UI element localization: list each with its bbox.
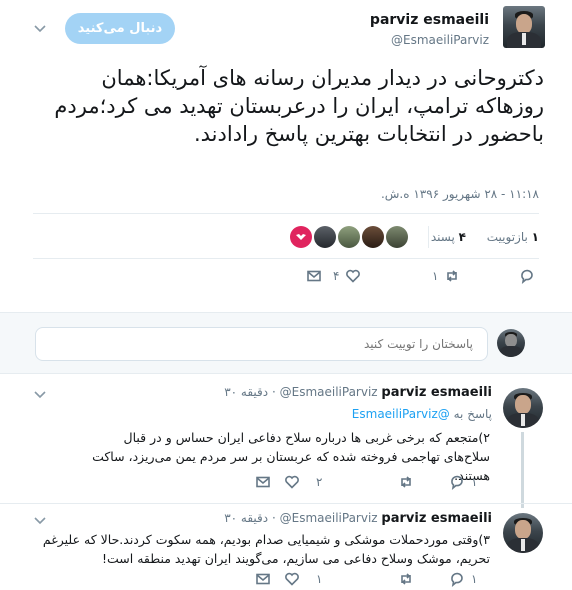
heart-icon xyxy=(285,572,299,586)
thread-connector xyxy=(521,432,524,508)
retweets-count: ۱ xyxy=(531,230,539,244)
author-name[interactable]: parviz esmaeili xyxy=(370,12,489,28)
reply-time[interactable]: ۳۰ دقیقه xyxy=(224,385,268,399)
reply-icon xyxy=(451,475,463,490)
like-button[interactable]: ۲ xyxy=(284,474,322,490)
avatar[interactable] xyxy=(338,226,360,248)
reply-button[interactable] xyxy=(519,268,535,284)
avatar[interactable] xyxy=(503,388,543,428)
like-count: ۱ xyxy=(316,572,323,586)
reply-icon xyxy=(521,269,533,284)
avatar[interactable] xyxy=(503,513,543,553)
reply-to-line: پاسخ به @EsmaeiliParviz xyxy=(352,407,492,421)
follow-button[interactable]: دنبال می‌کنید xyxy=(65,13,175,44)
retweet-count: ۱ xyxy=(432,269,439,283)
reply-button[interactable]: ۱ xyxy=(449,474,477,490)
heart-icon xyxy=(346,269,361,283)
avatar[interactable] xyxy=(503,6,545,48)
avatar[interactable] xyxy=(362,226,384,248)
reply-author-handle[interactable]: @EsmaeiliParviz xyxy=(280,511,378,525)
reply-icon xyxy=(451,572,463,587)
retweet-button[interactable] xyxy=(398,571,414,587)
reply-count: ۱ xyxy=(471,572,478,586)
like-count: ۲ xyxy=(316,475,323,489)
reply-author-name[interactable]: parviz esmaeili xyxy=(381,385,492,400)
likes-label: پسند xyxy=(430,230,455,244)
retweet-icon xyxy=(401,573,411,585)
chevron-down-icon[interactable] xyxy=(33,386,47,400)
reply-header: ۳۰ دقیقه · @EsmaeiliParviz parviz esmaei… xyxy=(224,385,492,400)
chevron-down-icon[interactable] xyxy=(33,512,47,526)
like-count: ۴ xyxy=(333,269,340,283)
avatar[interactable] xyxy=(290,226,312,248)
likes-stat[interactable]: ۴ پسند xyxy=(431,230,466,244)
follow-button-label: دنبال می‌کنید xyxy=(77,21,163,36)
reply-input[interactable] xyxy=(35,327,488,361)
retweet-button[interactable]: ۱ xyxy=(432,268,460,284)
chevron-down-icon[interactable] xyxy=(33,20,47,34)
reply-author-handle[interactable]: @EsmaeiliParviz xyxy=(280,385,378,399)
message-button[interactable] xyxy=(255,571,271,587)
reply-header: ۳۰ دقیقه · @EsmaeiliParviz parviz esmaei… xyxy=(224,511,492,526)
tweet-timestamp[interactable]: ۱۱:۱۸ - ۲۸ شهریور ۱۳۹۶ ه.ش. xyxy=(381,187,539,201)
reply-count: ۱ xyxy=(471,475,478,489)
like-button[interactable]: ۱ xyxy=(284,571,322,587)
reply-author-name[interactable]: parviz esmaeili xyxy=(381,511,492,526)
mail-icon xyxy=(256,573,270,585)
mail-icon xyxy=(307,270,321,282)
reply-button[interactable]: ۱ xyxy=(449,571,477,587)
retweets-stat[interactable]: ۱ بازتوییت xyxy=(487,230,539,244)
avatar[interactable] xyxy=(386,226,408,248)
tweet-text: دکتروحانی در دیدار مدیران رسانه های آمری… xyxy=(54,66,544,146)
reply-time[interactable]: ۳۰ دقیقه xyxy=(224,511,268,525)
heart-icon xyxy=(285,475,299,489)
reply-to-handle[interactable]: @EsmaeiliParviz xyxy=(352,407,450,421)
author-handle[interactable]: @EsmaeiliParviz xyxy=(391,33,489,47)
retweet-icon xyxy=(447,270,458,282)
reply-text: ۳)وقتی موردحملات موشکی و شیمیایی صدام بو… xyxy=(42,532,490,566)
retweets-label: بازتوییت xyxy=(486,230,528,244)
reply-to-label: پاسخ به xyxy=(453,407,492,421)
retweet-icon xyxy=(401,476,411,488)
avatar[interactable] xyxy=(314,226,336,248)
mail-icon xyxy=(256,476,270,488)
message-button[interactable] xyxy=(255,474,271,490)
liker-avatars xyxy=(288,226,408,250)
retweet-button[interactable] xyxy=(398,474,414,490)
message-button[interactable] xyxy=(306,268,322,284)
likes-count: ۴ xyxy=(458,230,466,244)
like-button[interactable]: ۴ xyxy=(333,268,361,284)
avatar[interactable] xyxy=(497,329,525,357)
